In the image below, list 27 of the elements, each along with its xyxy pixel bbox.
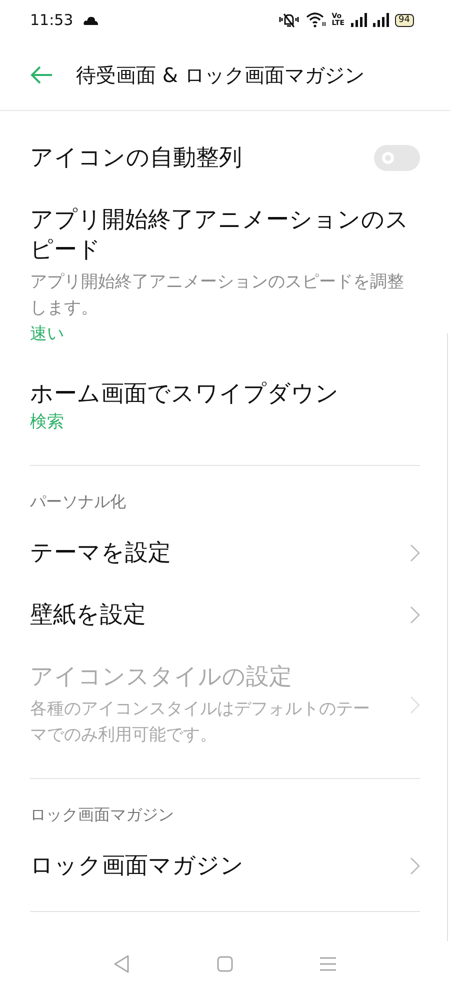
signal-icon	[372, 13, 389, 27]
chevron-icon	[410, 857, 420, 875]
setting-title[interactable]: ロック画面マガジン	[30, 851, 378, 881]
cloud-icon	[83, 15, 100, 25]
item-description: アプリ開始終了アニメーションのスピードを調整します。	[30, 271, 405, 320]
chevron-icon	[410, 544, 420, 562]
chevron-icon	[410, 606, 420, 624]
muted-bell-icon	[278, 12, 300, 28]
signal-icon	[350, 13, 367, 27]
setting-value: 検索	[30, 411, 65, 434]
setting-value: 速い	[30, 323, 65, 346]
page-title: 待受画面 & ロック画面マガジン	[76, 62, 364, 88]
battery-indicator: 94	[394, 14, 414, 26]
section-header: ロック画面マガジン	[30, 804, 175, 826]
setting-title: アイコンの自動整列	[30, 144, 243, 173]
toggle-switch[interactable]	[374, 145, 420, 171]
section-header: パーソナル化	[30, 491, 127, 513]
chevron-icon	[410, 696, 420, 714]
item-description: 各種のアイコンスタイルはデフォルトのテーマでのみ利用可能です。	[30, 698, 371, 747]
clock: 11:53	[30, 11, 74, 29]
wifi-icon	[306, 12, 326, 28]
back-icon[interactable]	[112, 954, 132, 974]
setting-title[interactable]: ホーム画面でスワイプダウン	[30, 379, 420, 409]
setting-title[interactable]: テーマを設定	[30, 538, 378, 568]
home-icon[interactable]	[214, 954, 235, 974]
setting-title[interactable]: 壁紙を設定	[30, 600, 378, 630]
setting-title[interactable]: アプリ開始終了アニメーションのスピード	[30, 205, 420, 265]
